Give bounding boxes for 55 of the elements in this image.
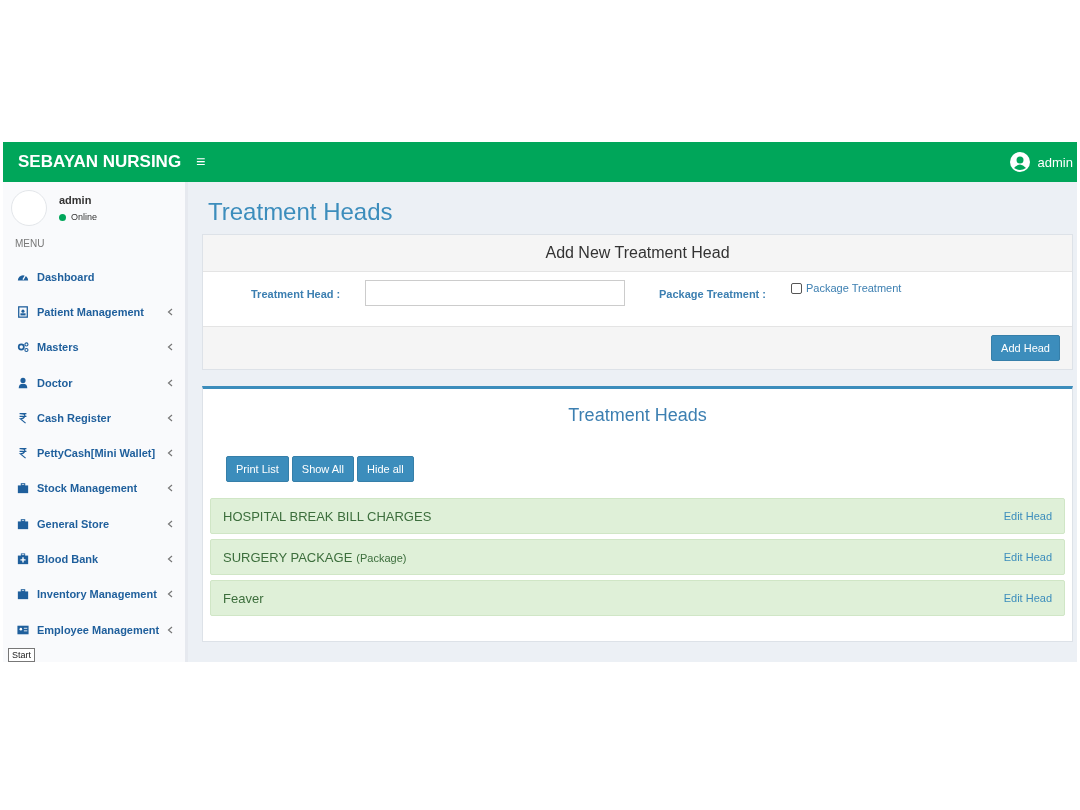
menu-item[interactable]: Stock Management [37, 482, 167, 495]
status-text: Online [71, 212, 97, 222]
toolbar-button[interactable]: Show All [291, 456, 354, 482]
chevron-icon [167, 307, 173, 316]
rupee-icon [17, 411, 29, 424]
rupee-icon [17, 447, 29, 460]
menu-item[interactable]: Employee Management [37, 623, 167, 636]
user-name[interactable]: admin [1037, 154, 1073, 170]
toolbar-button[interactable]: Hide all [357, 456, 414, 482]
checkbox[interactable] [791, 282, 802, 294]
gears-icon [17, 341, 29, 354]
user-avatar-icon[interactable] [1009, 152, 1030, 172]
menu-item[interactable]: Patient Management [37, 305, 167, 318]
brand-logo[interactable]: SEBAYAN NURSING [3, 152, 186, 172]
menu-item[interactable]: General Store [37, 517, 167, 530]
avatar-placeholder [11, 190, 47, 226]
chevron-icon [167, 519, 173, 528]
menu-item[interactable]: Cash Register [37, 411, 167, 424]
form-title: Add New Treatment Head [203, 235, 1072, 272]
chevron-icon [167, 413, 173, 422]
chevron-icon [167, 590, 173, 599]
field-label: Treatment Head : [251, 288, 342, 300]
user-name: admin [59, 194, 93, 206]
tooltip: Start [8, 648, 35, 662]
chevron-icon [167, 449, 173, 458]
list-title: Treatment Heads [567, 404, 708, 427]
briefcase-icon [17, 588, 29, 601]
chevron-icon [167, 378, 173, 387]
menu-item[interactable]: Masters [37, 341, 167, 354]
doctor-icon [17, 376, 29, 389]
chevron-icon [167, 625, 173, 634]
field-label: Package Treatment : [659, 288, 767, 300]
input-field[interactable] [365, 280, 625, 306]
medkit-icon [17, 553, 29, 565]
row-title: SURGERY PACKAGE (Package) [223, 549, 407, 565]
chevron-icon [167, 343, 173, 352]
row-title: HOSPITAL BREAK BILL CHARGES [223, 508, 432, 524]
checkbox-label[interactable]: Package Treatment [806, 282, 902, 294]
briefcase-icon [17, 517, 29, 530]
menu-toggle[interactable]: ≡ [186, 153, 216, 171]
contact-card-icon [17, 305, 29, 318]
id-card-icon [17, 623, 29, 636]
chevron-icon [167, 484, 173, 493]
menu-item[interactable]: PettyCash[Mini Wallet] [37, 447, 167, 460]
row-title: Feaver [223, 590, 264, 606]
toolbar-button[interactable]: Print List [226, 456, 289, 482]
chevron-icon [167, 555, 173, 563]
add-head-button[interactable]: Add Head [991, 335, 1060, 361]
menu-item[interactable]: Blood Bank [37, 553, 167, 565]
menu-item[interactable]: Inventory Management [37, 588, 167, 601]
menu-item[interactable]: Dashboard [37, 270, 173, 283]
briefcase-icon [17, 482, 29, 495]
menu-heading: MENU [14, 237, 46, 251]
page-title: Treatment Heads [208, 198, 394, 226]
menu-item[interactable]: Doctor [37, 376, 167, 389]
